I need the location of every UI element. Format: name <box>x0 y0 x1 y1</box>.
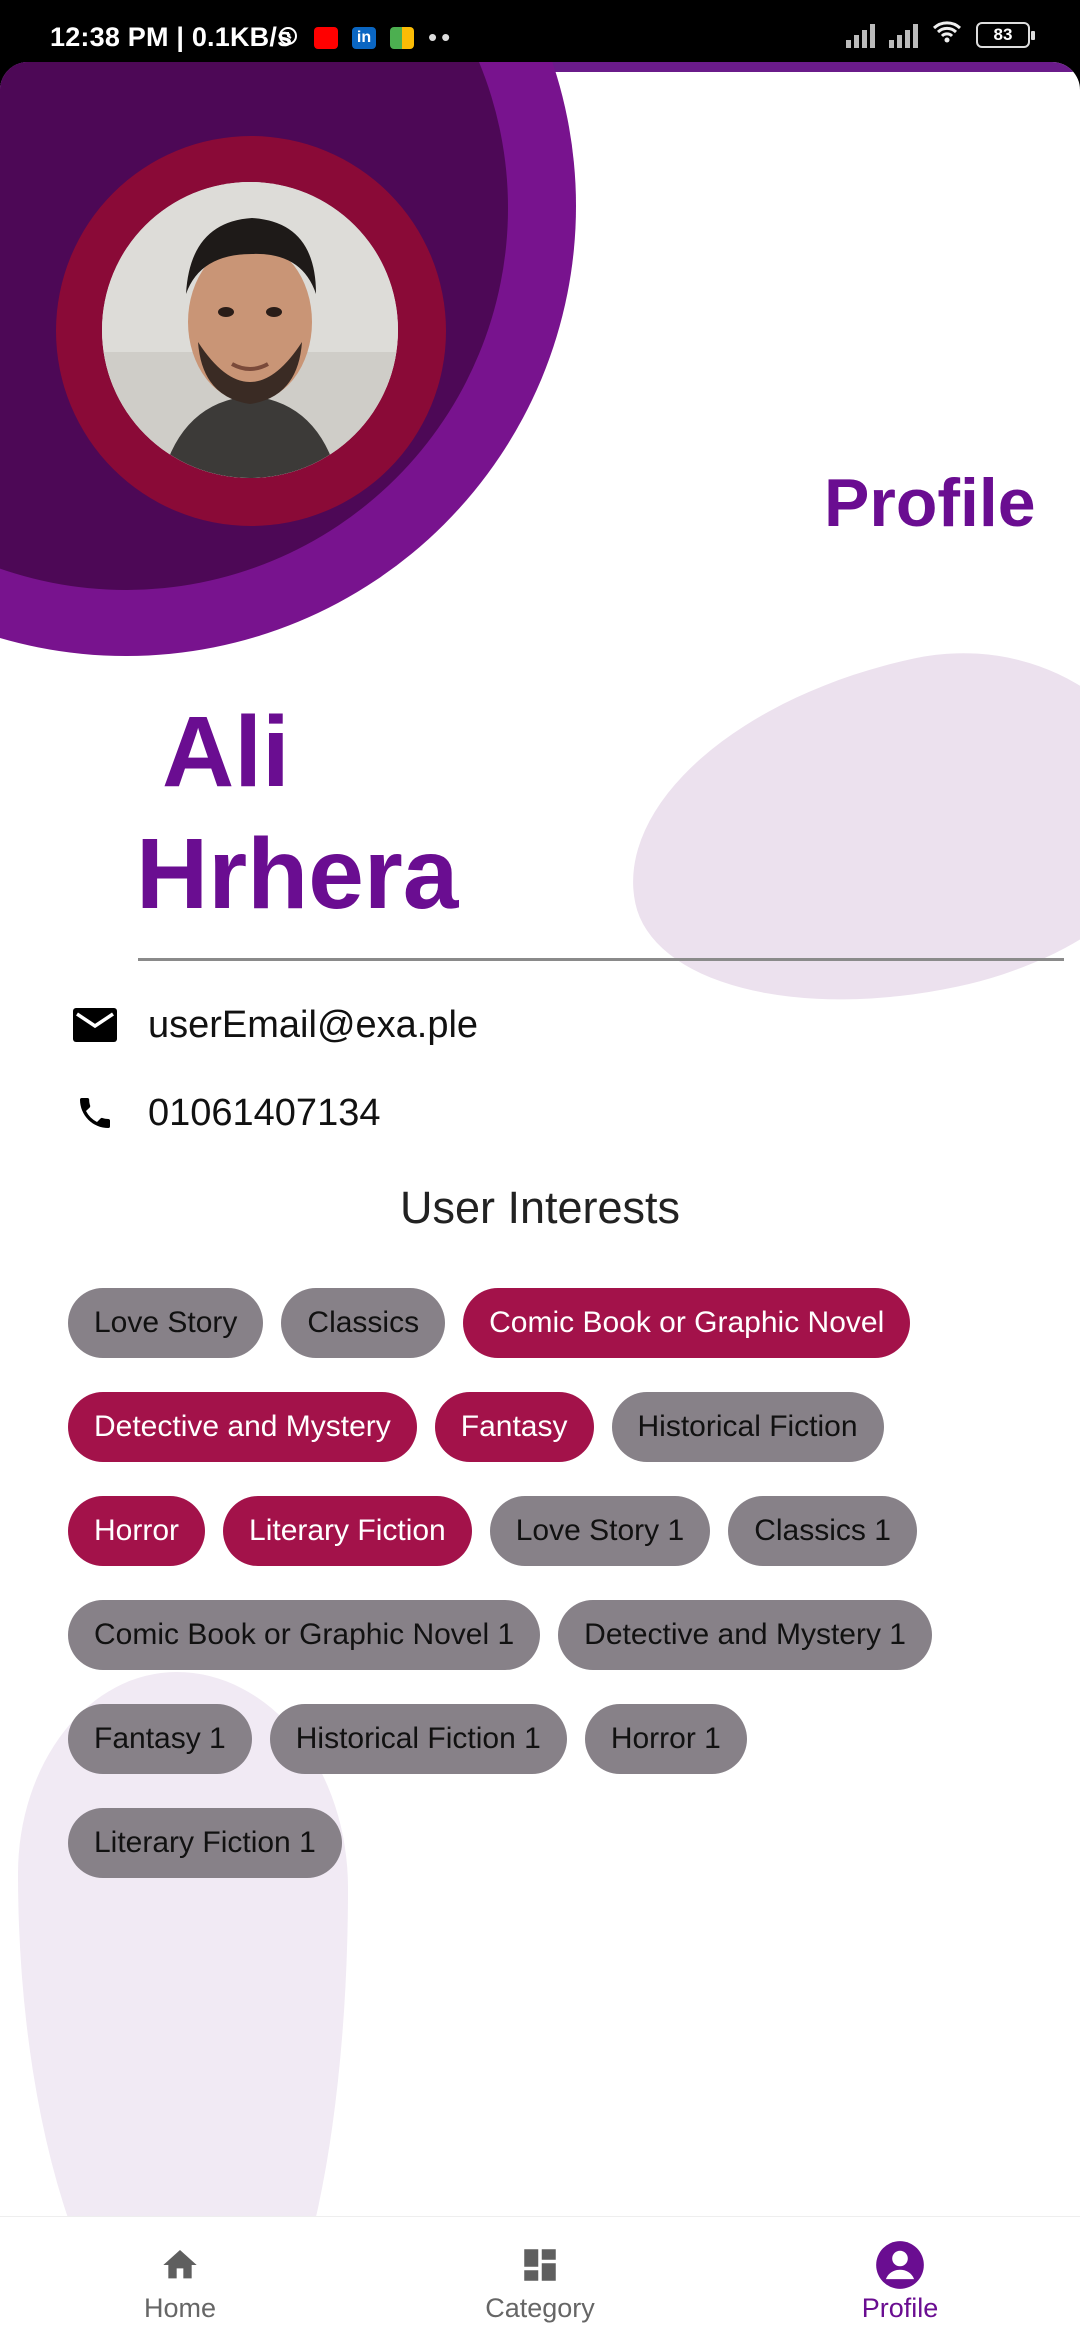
home-icon <box>80 2241 280 2289</box>
linkedin-icon: in <box>352 26 376 49</box>
avatar[interactable] <box>102 182 398 478</box>
bottom-navigation: Home Category Profile <box>0 2216 1080 2340</box>
interest-chip[interactable]: Love Story <box>68 1288 264 1358</box>
interest-chip[interactable]: Comic Book or Graphic Novel <box>463 1288 911 1358</box>
nav-profile-label: Profile <box>861 2293 939 2323</box>
interest-chip[interactable]: Classics <box>281 1288 446 1358</box>
app-icon <box>390 26 414 49</box>
interest-chip[interactable]: Literary Fiction 1 <box>68 1808 342 1878</box>
signal-icon <box>889 22 918 48</box>
interest-chip[interactable]: Horror 1 <box>584 1704 747 1774</box>
interest-chip[interactable]: Fantasy <box>434 1392 594 1462</box>
interest-chip[interactable]: Historical Fiction <box>611 1392 884 1462</box>
battery-icon: 83 <box>976 21 1035 48</box>
profile-screen: Profile Ali Hrhera userEmail@exa.ple 010… <box>0 62 1080 2340</box>
interest-chip[interactable]: Classics 1 <box>728 1496 917 1566</box>
more-dots-icon: •• <box>428 22 455 52</box>
email-icon <box>72 1002 118 1048</box>
divider <box>138 958 1064 961</box>
nav-profile[interactable]: Profile <box>800 2241 1000 2324</box>
interest-chip[interactable]: Detective and Mystery <box>68 1392 417 1462</box>
notification-icons: in •• <box>276 22 454 53</box>
alarm-icon <box>276 23 300 52</box>
interest-chip[interactable]: Fantasy 1 <box>68 1704 252 1774</box>
system-icons: 83 <box>846 20 1035 49</box>
status-time-speed: 12:38 PM | 0.1KB/s <box>50 22 293 52</box>
signal-icon <box>846 22 875 48</box>
user-first-name: Ali <box>162 696 290 808</box>
nav-category[interactable]: Category <box>440 2241 640 2324</box>
interest-chip[interactable]: Love Story 1 <box>489 1496 711 1566</box>
interests-heading: User Interests <box>399 1182 681 1233</box>
profile-icon <box>800 2241 1000 2289</box>
youtube-icon <box>314 26 338 49</box>
interest-chip[interactable]: Literary Fiction <box>223 1496 472 1566</box>
category-icon <box>440 2241 640 2289</box>
interest-chip[interactable]: Horror <box>68 1496 206 1566</box>
interest-chip[interactable]: Historical Fiction 1 <box>269 1704 567 1774</box>
interest-chip[interactable]: Detective and Mystery 1 <box>558 1600 932 1670</box>
user-last-name: Hrhera <box>136 818 459 930</box>
email-row[interactable]: userEmail@exa.ple <box>72 1002 478 1048</box>
page-title: Profile <box>824 465 1036 541</box>
phone-row[interactable]: 01061407134 <box>72 1090 380 1136</box>
email-text: userEmail@exa.ple <box>148 1003 479 1046</box>
nav-category-label: Category <box>485 2293 595 2323</box>
interest-chip[interactable]: Comic Book or Graphic Novel 1 <box>68 1600 541 1670</box>
wifi-icon <box>932 20 962 49</box>
nav-home-label: Home <box>143 2293 217 2323</box>
phone-icon <box>72 1090 118 1136</box>
nav-home[interactable]: Home <box>80 2241 280 2324</box>
phone-text: 01061407134 <box>148 1091 381 1134</box>
decor-blob <box>597 613 1080 1049</box>
interest-chips: Love Story Classics Comic Book or Graphic … <box>68 1288 1028 1878</box>
